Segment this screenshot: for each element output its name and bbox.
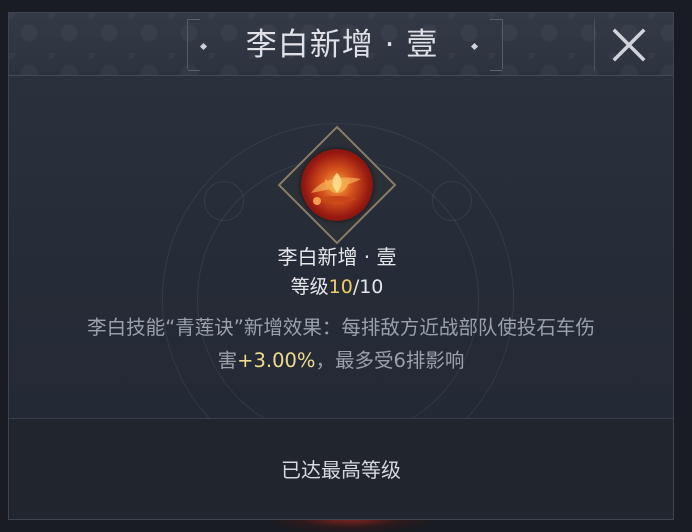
skill-detail-dialog: 李白新增 · 壹 李白新增 · 壹 等级10/10 李白技能“青莲诀”新增效果：… — [8, 12, 674, 520]
description-line-2: 害+3.00%，最多受6排影响 — [31, 344, 651, 377]
level-current: 10 — [328, 276, 353, 298]
description-line-1: 李白技能“青莲诀”新增效果：每排敌方近战部队使投石车伤 — [87, 316, 595, 339]
dialog-footer: 已达最高等级 — [9, 418, 673, 519]
decorative-ring-left — [204, 181, 244, 221]
decorative-ring-right — [432, 181, 472, 221]
bonus-value: +3.00% — [237, 349, 316, 372]
skill-icon-frame — [277, 125, 397, 245]
description-text-b: ，最多受6排影响 — [315, 349, 465, 372]
level-label: 等级 — [290, 276, 329, 298]
close-x-icon[interactable] — [611, 27, 647, 63]
description-text-a: 害 — [217, 349, 238, 372]
lotus-skill-icon — [301, 149, 373, 221]
lotus-icon-art — [311, 173, 361, 205]
skill-name: 李白新增 · 壹 — [277, 245, 397, 269]
max-level-status: 已达最高等级 — [281, 458, 401, 482]
dialog-header: 李白新增 · 壹 — [9, 13, 673, 76]
level-max: /10 — [352, 276, 384, 298]
dialog-title: 李白新增 · 壹 — [245, 27, 439, 63]
skill-level: 等级10/10 — [265, 272, 409, 302]
skill-description: 李白技能“青莲诀”新增效果：每排敌方近战部队使投石车伤 害+3.00%，最多受6… — [31, 311, 651, 377]
close-button[interactable] — [594, 19, 665, 71]
